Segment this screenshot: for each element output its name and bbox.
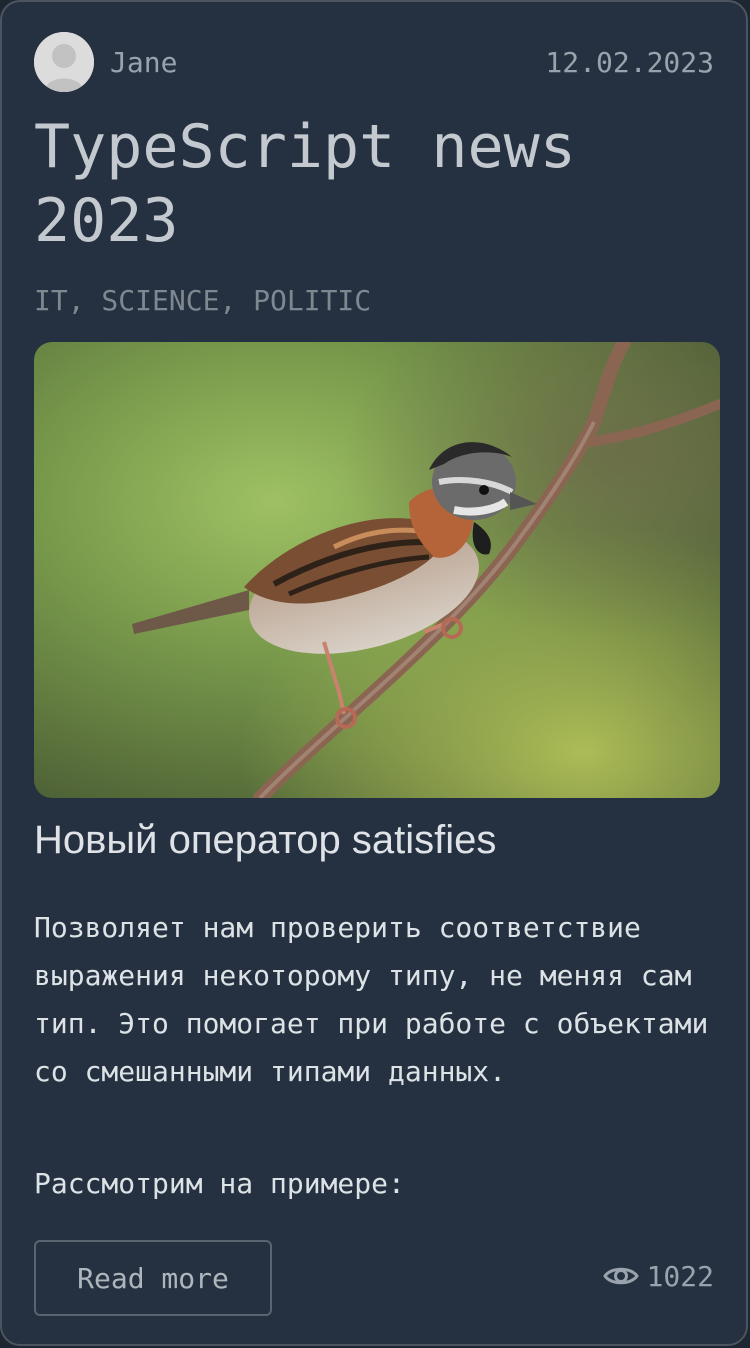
post-card: Jane 12.02.2023 TypeScript news 2023 IT,… [0,0,748,1346]
post-body-continued: Рассмотрим на примере: [34,1167,405,1200]
avatar[interactable] [34,32,94,92]
post-body: Позволяет нам проверить соответствие выр… [34,911,709,1088]
post-tags: IT, SCIENCE, POLITIC [34,284,372,317]
post-date: 12.02.2023 [545,46,714,79]
read-more-button[interactable]: Read more [34,1240,272,1316]
views-counter: 1022 [602,1256,714,1296]
sparrow-photo [34,342,720,798]
user-silhouette-icon [34,32,94,92]
post-title: TypeScript news 2023 [34,112,576,256]
author-name[interactable]: Jane [110,46,177,79]
post-image [34,342,720,798]
eye-icon [602,1267,639,1285]
post-header: Jane 12.02.2023 [34,32,714,94]
post-subtitle: Новый оператор satisfies [34,818,497,862]
views-count: 1022 [646,1259,714,1293]
